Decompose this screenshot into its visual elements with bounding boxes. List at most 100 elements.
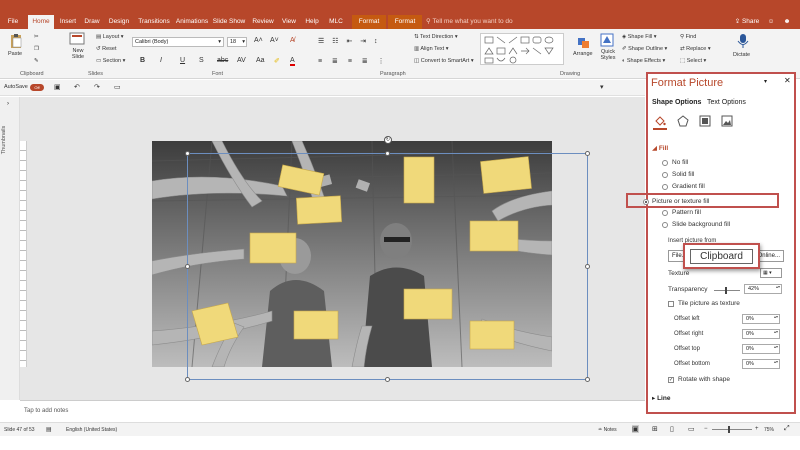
text-direction-button[interactable]: ⇅ Text Direction ▾ <box>414 34 458 40</box>
tab-design[interactable]: Design <box>106 15 132 29</box>
tab-format-picture[interactable]: Format <box>388 15 422 29</box>
rotate-handle[interactable]: ↻ <box>384 136 392 144</box>
arrange-button[interactable]: Arrange <box>572 37 596 65</box>
transparency-slider[interactable] <box>714 287 740 294</box>
fill-line-tab[interactable] <box>653 114 667 130</box>
paste-button[interactable]: Paste <box>6 33 26 63</box>
size-properties-tab[interactable] <box>698 114 712 128</box>
notes-pane[interactable]: Tap to add notes <box>20 400 645 422</box>
change-case-icon[interactable]: Aa <box>256 57 265 64</box>
rotate-with-shape-checkbox[interactable]: ✓ <box>668 377 674 383</box>
transparency-input[interactable]: 42% <box>744 284 782 294</box>
save-icon[interactable]: ▣ <box>54 83 61 91</box>
resize-handle[interactable] <box>185 264 190 269</box>
clear-format-icon[interactable]: A̸ <box>290 37 295 44</box>
language-indicator[interactable]: English (United States) <box>66 427 117 433</box>
solid-fill-radio[interactable] <box>662 172 668 178</box>
zoom-slider[interactable] <box>712 426 752 433</box>
alignment-buttons[interactable]: ≡ ≣ ≡ ≣ ⋮ <box>318 57 389 65</box>
tab-view[interactable]: View <box>279 15 299 29</box>
tab-review[interactable]: Review <box>250 15 276 29</box>
slide-bg-fill-radio[interactable] <box>662 222 668 228</box>
convert-smartart-button[interactable]: ◫ Convert to SmartArt ▾ <box>414 58 474 64</box>
align-text-button[interactable]: ▥ Align Text ▾ <box>414 46 448 52</box>
strikethrough-icon[interactable]: abc <box>217 57 228 64</box>
shadow-icon[interactable]: S <box>199 57 204 64</box>
account-icon[interactable]: ☻ <box>780 15 794 29</box>
thumbnail-pane-collapsed[interactable]: › Thumbnails <box>0 97 20 400</box>
grow-font-icon[interactable]: A˄ <box>254 37 263 44</box>
tell-me-search[interactable]: ⚲ Tell me what you want to do <box>426 15 516 29</box>
resize-handle[interactable] <box>185 377 190 382</box>
reset-button[interactable]: ↺ Reset <box>96 46 117 52</box>
italic-icon[interactable]: I <box>160 57 162 64</box>
slide-sorter-icon[interactable]: ⊞ <box>652 425 658 433</box>
zoom-out-icon[interactable]: − <box>704 426 708 432</box>
format-painter-icon[interactable]: ✎ <box>34 58 39 64</box>
shape-fill-button[interactable]: ◈ Shape Fill ▾ <box>622 34 657 40</box>
zoom-level[interactable]: 75% <box>764 427 774 433</box>
tile-picture-checkbox[interactable] <box>668 301 674 307</box>
effects-tab[interactable] <box>676 114 690 128</box>
undo-icon[interactable]: ↶ <box>74 83 80 91</box>
comments-icon[interactable]: ☺ <box>764 15 778 29</box>
spellcheck-icon[interactable]: ▤ <box>46 426 52 433</box>
zoom-in-icon[interactable]: + <box>755 426 759 432</box>
font-color-icon[interactable]: A <box>290 57 295 66</box>
reading-view-icon[interactable]: ▯ <box>670 425 674 433</box>
bold-icon[interactable]: B <box>140 57 145 64</box>
font-name-select[interactable]: Calibri (Body) ▾ <box>132 37 224 47</box>
tab-format-drawing[interactable]: Format <box>352 15 386 29</box>
shrink-font-icon[interactable]: A˅ <box>270 37 279 44</box>
offset-bottom-input[interactable]: 0% <box>742 359 780 369</box>
resize-handle[interactable] <box>585 151 590 156</box>
underline-icon[interactable]: U <box>180 57 185 64</box>
offset-right-input[interactable]: 0% <box>742 329 780 339</box>
new-slide-button[interactable]: New Slide <box>66 32 88 66</box>
resize-handle[interactable] <box>585 264 590 269</box>
tab-slide-show[interactable]: Slide Show <box>212 15 246 29</box>
select-button[interactable]: ⬚ Select ▾ <box>680 58 706 64</box>
tab-transitions[interactable]: Transitions <box>136 15 172 29</box>
cut-icon[interactable]: ✂ <box>34 34 39 40</box>
normal-view-icon[interactable]: ▣ <box>632 425 639 433</box>
notes-toggle[interactable]: ≐ Notes <box>598 427 617 433</box>
tab-shape-options[interactable]: Shape Options <box>652 99 701 106</box>
redo-icon[interactable]: ↷ <box>94 83 100 91</box>
tab-help[interactable]: Help <box>302 15 322 29</box>
shape-outline-button[interactable]: ✐ Shape Outline ▾ <box>622 46 667 52</box>
resize-handle[interactable] <box>185 151 190 156</box>
fill-section-header[interactable]: ◢ Fill <box>652 144 668 152</box>
font-size-select[interactable]: 18 ▾ <box>227 37 247 47</box>
start-slideshow-icon[interactable]: ▭ <box>114 83 121 91</box>
pattern-fill-radio[interactable] <box>662 210 668 216</box>
offset-top-input[interactable]: 0% <box>742 344 780 354</box>
customize-qat-icon[interactable]: ▾ <box>600 83 604 91</box>
share-button[interactable]: ⇪ Share <box>734 15 760 29</box>
resize-handle[interactable] <box>385 377 390 382</box>
list-buttons[interactable]: ☰ ☷ ⇤ ⇥ ↕ <box>318 37 381 45</box>
texture-picker[interactable]: ▦ ▾ <box>760 268 782 278</box>
slideshow-view-icon[interactable]: ▭ <box>688 425 695 433</box>
highlight-icon[interactable]: ✐ <box>274 57 280 65</box>
picture-tab[interactable] <box>720 114 734 128</box>
shape-effects-button[interactable]: ◐ Shape Effects ▾ <box>622 58 665 64</box>
line-section-header[interactable]: ▸ Line <box>652 394 670 402</box>
tab-animations[interactable]: Animations <box>175 15 209 29</box>
tab-draw[interactable]: Draw <box>82 15 102 29</box>
tab-text-options[interactable]: Text Options <box>707 99 746 106</box>
tab-file[interactable]: File <box>3 15 23 29</box>
offset-left-input[interactable]: 0% <box>742 314 780 324</box>
gradient-fill-radio[interactable] <box>662 184 668 190</box>
shapes-gallery[interactable] <box>480 33 564 65</box>
zoom-slider-thumb[interactable] <box>728 426 730 433</box>
pane-options-icon[interactable]: ▾ <box>764 78 767 85</box>
spacing-icon[interactable]: AV <box>237 57 246 64</box>
picture-selection-frame[interactable] <box>187 153 588 380</box>
no-fill-radio[interactable] <box>662 160 668 166</box>
autosave-toggle[interactable]: Off <box>30 84 44 91</box>
section-button[interactable]: ▭ Section ▾ <box>96 58 125 64</box>
copy-icon[interactable]: ❐ <box>34 46 39 52</box>
clipboard-button[interactable]: Clipboard <box>683 243 760 269</box>
layout-button[interactable]: ▤ Layout ▾ <box>96 34 124 40</box>
